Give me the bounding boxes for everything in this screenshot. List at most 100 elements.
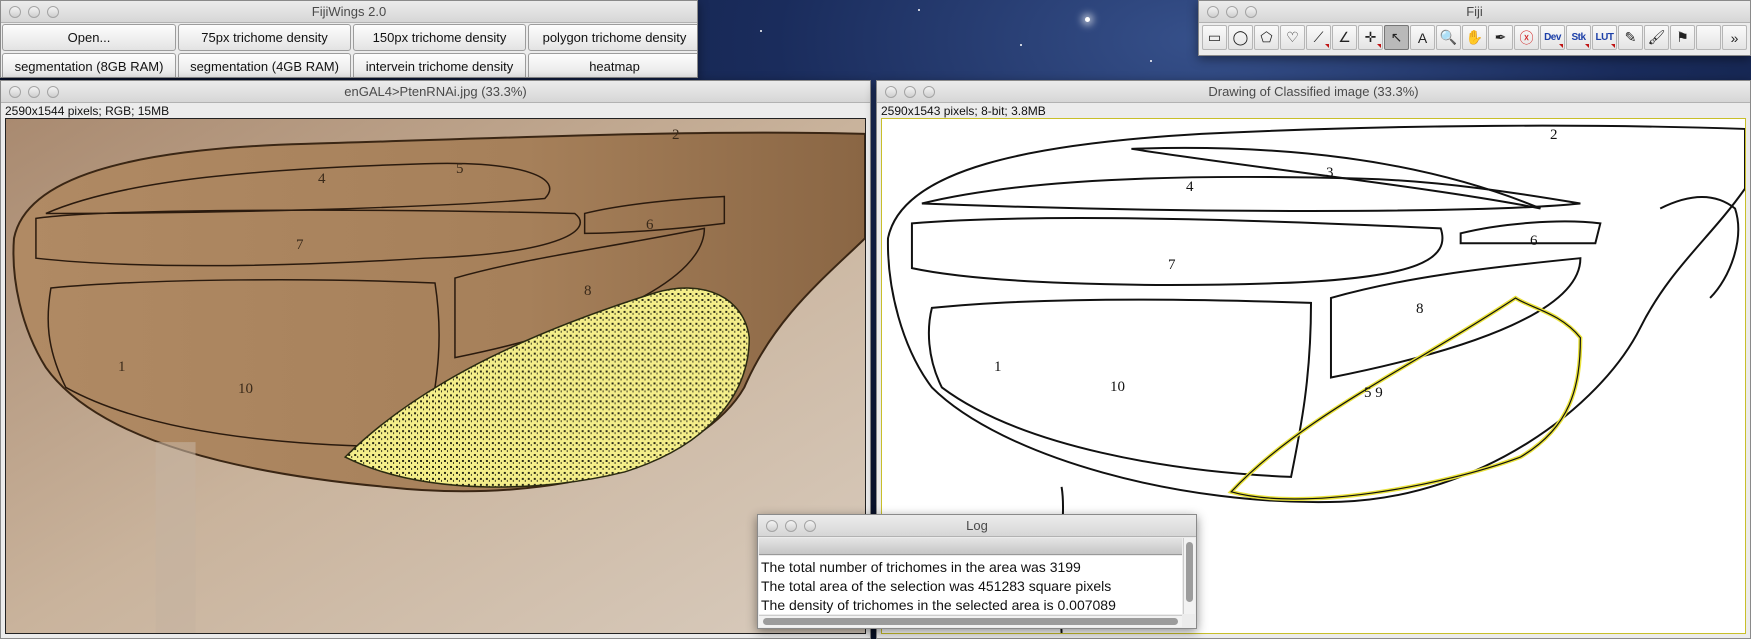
region-label: 4 bbox=[318, 171, 326, 187]
segmentation-8gb-button[interactable]: segmentation (8GB RAM) bbox=[2, 53, 176, 77]
star bbox=[760, 30, 762, 32]
close-x-tool-icon-glyph: ⓧ bbox=[1519, 29, 1534, 46]
fijiwings-title: FijiWings 2.0 bbox=[311, 4, 387, 19]
wing-image-canvas[interactable]: 1 2 4 5 6 7 8 10 bbox=[5, 118, 866, 634]
minimize-window-button[interactable] bbox=[28, 6, 40, 18]
wing-window-titlebar[interactable]: enGAL4>PtenRNAi.jpg (33.3%) bbox=[1, 81, 870, 103]
star bbox=[1085, 17, 1090, 22]
density-75px-button[interactable]: 75px trichome density bbox=[178, 24, 351, 51]
segmentation-4gb-button[interactable]: segmentation (4GB RAM) bbox=[178, 53, 351, 77]
zoom-window-button[interactable] bbox=[1245, 6, 1257, 18]
brush-tool-icon[interactable]: 🖌 bbox=[1644, 25, 1669, 50]
magnifier-tool-icon-glyph: 🔍 bbox=[1439, 29, 1458, 45]
hand-tool-icon[interactable]: ✋ bbox=[1462, 25, 1487, 50]
log-vertical-scrollbar[interactable] bbox=[1183, 538, 1195, 614]
drawing-window-title: Drawing of Classified image (33.3%) bbox=[1208, 84, 1419, 99]
drawing-image-info: 2590x1543 pixels; 8-bit; 3.8MB bbox=[881, 104, 1046, 118]
log-line: The total number of trichomes in the are… bbox=[761, 559, 1081, 575]
region-label: 6 bbox=[1530, 233, 1538, 249]
angle-tool-icon-glyph: ∠ bbox=[1338, 29, 1351, 45]
heatmap-button[interactable]: heatmap bbox=[528, 53, 697, 77]
density-150px-button[interactable]: 150px trichome density bbox=[353, 24, 526, 51]
submenu-indicator-icon bbox=[1585, 44, 1589, 48]
log-titlebar[interactable]: Log bbox=[758, 515, 1196, 537]
region-label: 5 9 bbox=[1364, 385, 1383, 401]
lut-tool-icon-glyph: LUT bbox=[1595, 32, 1614, 43]
log-horizontal-scrollbar[interactable] bbox=[759, 615, 1182, 627]
close-window-button[interactable] bbox=[885, 86, 897, 98]
stk-tool-icon-glyph: Stk bbox=[1571, 32, 1586, 43]
drawing-window-titlebar[interactable]: Drawing of Classified image (33.3%) bbox=[877, 81, 1750, 103]
more-tools-icon[interactable]: » bbox=[1722, 25, 1747, 50]
line-tool-icon-glyph: ⟋ bbox=[1313, 29, 1324, 45]
intervein-density-button[interactable]: intervein trichome density bbox=[353, 53, 526, 77]
fiji-titlebar[interactable]: Fiji bbox=[1199, 1, 1750, 23]
hand-tool-icon-glyph: ✋ bbox=[1465, 29, 1484, 45]
wand-tool-icon[interactable]: ↖ bbox=[1384, 25, 1409, 50]
polygon-density-button[interactable]: polygon trichome density bbox=[528, 24, 697, 51]
freehand-tool-icon[interactable]: ♡ bbox=[1280, 25, 1305, 50]
close-window-button[interactable] bbox=[9, 6, 21, 18]
text-tool-icon-glyph: A bbox=[1417, 29, 1428, 46]
region-label: 10 bbox=[238, 381, 253, 397]
region-label: 6 bbox=[646, 217, 654, 233]
minimize-window-button[interactable] bbox=[785, 520, 797, 532]
log-title: Log bbox=[966, 518, 988, 533]
dev-tool-icon[interactable]: Dev bbox=[1540, 25, 1565, 50]
zoom-window-button[interactable] bbox=[47, 6, 59, 18]
region-label: 3 bbox=[1326, 165, 1334, 181]
star bbox=[1150, 60, 1152, 62]
point-tool-icon[interactable]: ✛ bbox=[1358, 25, 1383, 50]
oval-tool-icon-glyph: ◯ bbox=[1232, 29, 1249, 45]
star bbox=[918, 9, 920, 11]
flood-fill-tool-icon[interactable]: ⚑ bbox=[1670, 25, 1695, 50]
minimize-window-button[interactable] bbox=[904, 86, 916, 98]
fiji-title: Fiji bbox=[1466, 4, 1483, 19]
log-text-area[interactable]: The total number of trichomes in the are… bbox=[759, 556, 1182, 614]
region-label: 7 bbox=[1168, 257, 1176, 273]
rectangle-tool-icon-glyph: ▭ bbox=[1207, 29, 1222, 45]
close-window-button[interactable] bbox=[9, 86, 21, 98]
close-x-tool-icon[interactable]: ⓧ bbox=[1514, 25, 1539, 50]
zoom-window-button[interactable] bbox=[923, 86, 935, 98]
angle-tool-icon[interactable]: ∠ bbox=[1332, 25, 1357, 50]
region-label: 1 bbox=[118, 359, 126, 375]
log-line: The total area of the selection was 4512… bbox=[761, 578, 1112, 594]
submenu-indicator-icon bbox=[1377, 44, 1381, 48]
region-label: 2 bbox=[1550, 127, 1558, 143]
minimize-window-button[interactable] bbox=[28, 86, 40, 98]
lut-tool-icon[interactable]: LUT bbox=[1592, 25, 1617, 50]
scroll-thumb[interactable] bbox=[763, 618, 1178, 625]
region-label: 4 bbox=[1186, 179, 1194, 195]
polygon-tool-icon[interactable]: ⬠ bbox=[1254, 25, 1279, 50]
fijiwings-titlebar[interactable]: FijiWings 2.0 bbox=[1, 1, 697, 23]
brush-tool-icon-glyph: 🖌 bbox=[1647, 29, 1666, 45]
rectangle-tool-icon[interactable]: ▭ bbox=[1202, 25, 1227, 50]
stk-tool-icon[interactable]: Stk bbox=[1566, 25, 1591, 50]
open-button[interactable]: Open... bbox=[2, 24, 176, 51]
pencil-tool-icon-glyph: ✎ bbox=[1624, 29, 1637, 45]
freehand-tool-icon-glyph: ♡ bbox=[1286, 29, 1299, 45]
region-label: 10 bbox=[1110, 379, 1125, 395]
scroll-thumb[interactable] bbox=[1186, 542, 1193, 602]
wing-image-info: 2590x1544 pixels; RGB; 15MB bbox=[5, 104, 170, 118]
zoom-window-button[interactable] bbox=[804, 520, 816, 532]
submenu-indicator-icon bbox=[1325, 44, 1329, 48]
minimize-window-button[interactable] bbox=[1226, 6, 1238, 18]
fijiwings-button-grid: Open... 75px trichome density 150px tric… bbox=[2, 24, 697, 77]
flood-fill-tool-icon-glyph: ⚑ bbox=[1676, 29, 1689, 45]
region-label: 1 bbox=[994, 359, 1002, 375]
text-tool-icon[interactable]: A bbox=[1410, 25, 1435, 50]
close-window-button[interactable] bbox=[766, 520, 778, 532]
close-window-button[interactable] bbox=[1207, 6, 1219, 18]
wing-window-title: enGAL4>PtenRNAi.jpg (33.3%) bbox=[344, 84, 527, 99]
magnifier-tool-icon[interactable]: 🔍 bbox=[1436, 25, 1461, 50]
submenu-indicator-icon bbox=[1611, 44, 1615, 48]
line-tool-icon[interactable]: ⟋ bbox=[1306, 25, 1331, 50]
pencil-tool-icon[interactable]: ✎ bbox=[1618, 25, 1643, 50]
oval-tool-icon[interactable]: ◯ bbox=[1228, 25, 1253, 50]
region-label: 8 bbox=[1416, 301, 1424, 317]
zoom-window-button[interactable] bbox=[47, 86, 59, 98]
dropper-tool-icon[interactable]: ✒ bbox=[1488, 25, 1513, 50]
empty-tool-slot[interactable] bbox=[1696, 25, 1721, 50]
